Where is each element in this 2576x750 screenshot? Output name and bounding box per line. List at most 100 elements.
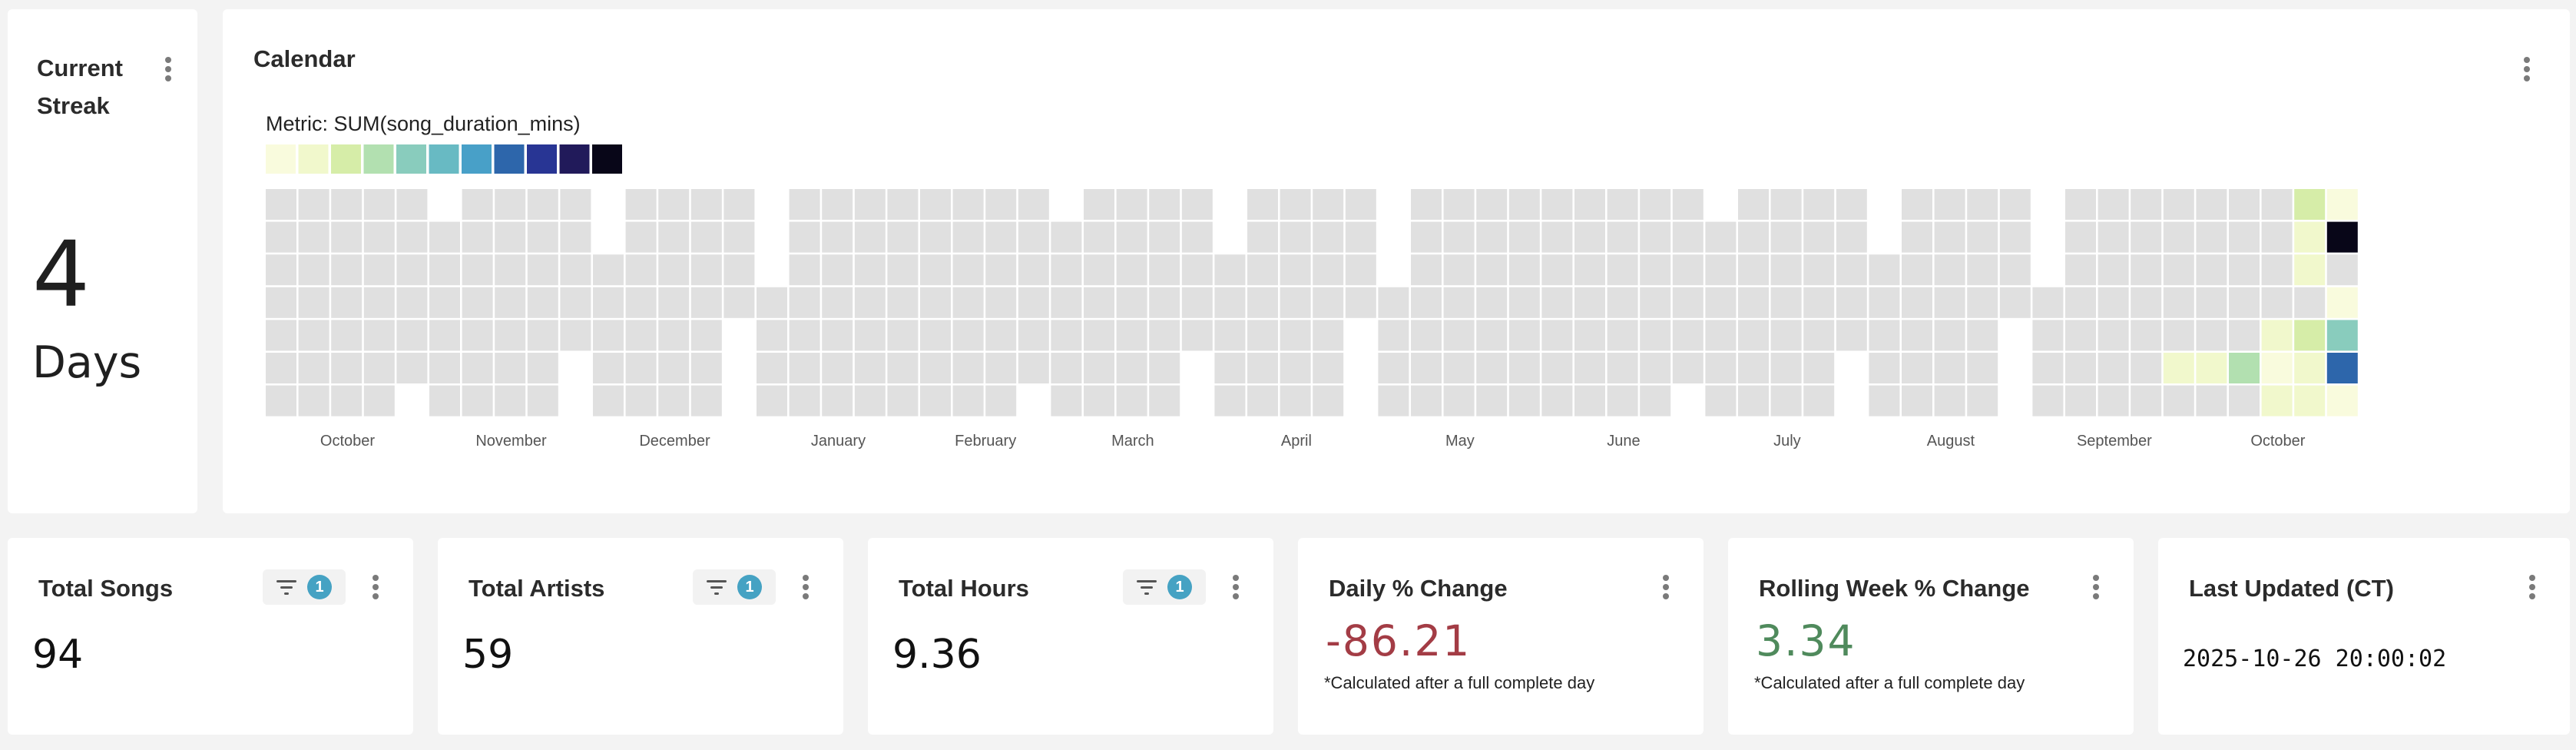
calendar-day-cell[interactable]: [952, 385, 984, 416]
calendar-day-cell[interactable]: [1116, 221, 1147, 253]
calendar-day-cell[interactable]: [920, 189, 951, 220]
calendar-day-cell[interactable]: [625, 287, 657, 318]
calendar-day-cell[interactable]: [2163, 254, 2194, 286]
calendar-day-cell[interactable]: [2098, 254, 2129, 286]
calendar-day-cell[interactable]: [2196, 353, 2227, 383]
calendar-day-cell[interactable]: [593, 287, 624, 318]
calendar-day-cell[interactable]: [1640, 385, 1671, 416]
calendar-day-cell[interactable]: [625, 320, 657, 351]
calendar-day-cell[interactable]: [1738, 320, 1769, 351]
calendar-day-cell[interactable]: [2131, 287, 2162, 318]
calendar-day-cell[interactable]: [1934, 254, 1965, 286]
calendar-day-cell[interactable]: [1705, 385, 1737, 416]
calendar-day-cell[interactable]: [527, 254, 558, 286]
calendar-day-cell[interactable]: [1541, 353, 1573, 383]
calendar-day-cell[interactable]: [560, 221, 591, 253]
calendar-day-cell[interactable]: [298, 385, 329, 416]
calendar-day-cell[interactable]: [1738, 189, 1769, 220]
calendar-day-cell[interactable]: [887, 287, 919, 318]
calendar-day-cell[interactable]: [2032, 287, 2064, 318]
calendar-day-cell[interactable]: [1672, 221, 1704, 253]
total-songs-filter-button[interactable]: 1: [263, 569, 346, 605]
calendar-day-cell[interactable]: [2065, 385, 2096, 416]
calendar-day-cell[interactable]: [985, 287, 1017, 318]
calendar-day-cell[interactable]: [2261, 254, 2293, 286]
calendar-day-cell[interactable]: [789, 320, 820, 351]
calendar-day-cell[interactable]: [658, 320, 690, 351]
calendar-day-cell[interactable]: [1770, 385, 1802, 416]
calendar-day-cell[interactable]: [1934, 221, 1965, 253]
calendar-day-cell[interactable]: [1051, 254, 1082, 286]
calendar-day-cell[interactable]: [1508, 254, 1540, 286]
calendar-day-cell[interactable]: [985, 385, 1017, 416]
calendar-day-cell[interactable]: [2098, 320, 2129, 351]
calendar-day-cell[interactable]: [1181, 254, 1213, 286]
calendar-day-cell[interactable]: [854, 254, 886, 286]
calendar-day-cell[interactable]: [690, 385, 722, 416]
calendar-day-cell[interactable]: [1476, 385, 1508, 416]
calendar-day-cell[interactable]: [2163, 287, 2194, 318]
calendar-day-cell[interactable]: [1999, 254, 2031, 286]
calendar-day-cell[interactable]: [2131, 221, 2162, 253]
calendar-day-cell[interactable]: [1640, 254, 1671, 286]
calendar-day-cell[interactable]: [625, 189, 657, 220]
calendar-day-cell[interactable]: [1607, 287, 1638, 318]
calendar-day-cell[interactable]: [2261, 221, 2293, 253]
calendar-day-cell[interactable]: [1902, 189, 1932, 220]
calendar-day-cell[interactable]: [527, 385, 558, 416]
calendar-day-cell[interactable]: [1247, 254, 1278, 286]
calendar-day-cell[interactable]: [1476, 287, 1508, 318]
calendar-day-cell[interactable]: [789, 353, 820, 383]
calendar-day-cell[interactable]: [1084, 287, 1114, 318]
calendar-day-cell[interactable]: [1640, 221, 1671, 253]
calendar-day-cell[interactable]: [1149, 287, 1180, 318]
calendar-day-cell[interactable]: [2032, 320, 2064, 351]
calendar-day-cell[interactable]: [2294, 221, 2326, 253]
calendar-day-cell[interactable]: [1181, 221, 1213, 253]
rolling-week-menu-icon[interactable]: [2089, 572, 2103, 602]
calendar-day-cell[interactable]: [1803, 385, 1835, 416]
calendar-day-cell[interactable]: [723, 221, 755, 253]
calendar-day-cell[interactable]: [1411, 287, 1442, 318]
total-hours-filter-button[interactable]: 1: [1123, 569, 1206, 605]
calendar-day-cell[interactable]: [1443, 254, 1475, 286]
calendar-day-cell[interactable]: [887, 221, 919, 253]
calendar-day-cell[interactable]: [1574, 221, 1605, 253]
calendar-day-cell[interactable]: [1934, 353, 1965, 383]
calendar-day-cell[interactable]: [920, 353, 951, 383]
calendar-day-cell[interactable]: [1280, 221, 1311, 253]
calendar-day-cell[interactable]: [1967, 254, 1998, 286]
calendar-day-cell[interactable]: [1313, 353, 1344, 383]
calendar-day-cell[interactable]: [1443, 320, 1475, 351]
calendar-day-cell[interactable]: [1084, 353, 1114, 383]
calendar-day-cell[interactable]: [757, 353, 787, 383]
calendar-day-cell[interactable]: [1869, 320, 1900, 351]
calendar-day-cell[interactable]: [2261, 287, 2293, 318]
calendar-day-cell[interactable]: [1443, 221, 1475, 253]
calendar-day-cell[interactable]: [396, 189, 428, 220]
calendar-day-cell[interactable]: [1313, 221, 1344, 253]
calendar-day-cell[interactable]: [1247, 353, 1278, 383]
calendar-day-cell[interactable]: [985, 320, 1017, 351]
calendar-day-cell[interactable]: [2065, 320, 2096, 351]
calendar-day-cell[interactable]: [920, 254, 951, 286]
calendar-day-cell[interactable]: [985, 189, 1017, 220]
calendar-day-cell[interactable]: [1770, 353, 1802, 383]
calendar-day-cell[interactable]: [462, 254, 493, 286]
calendar-day-cell[interactable]: [1247, 287, 1278, 318]
calendar-day-cell[interactable]: [1313, 254, 1344, 286]
calendar-day-cell[interactable]: [266, 385, 296, 416]
calendar-day-cell[interactable]: [757, 385, 787, 416]
calendar-day-cell[interactable]: [2131, 353, 2162, 383]
calendar-day-cell[interactable]: [690, 189, 722, 220]
calendar-day-cell[interactable]: [1018, 221, 1049, 253]
calendar-day-cell[interactable]: [1902, 287, 1932, 318]
calendar-day-cell[interactable]: [527, 287, 558, 318]
calendar-day-cell[interactable]: [2326, 353, 2358, 383]
calendar-day-cell[interactable]: [2229, 189, 2260, 220]
calendar-day-cell[interactable]: [1574, 353, 1605, 383]
calendar-day-cell[interactable]: [1967, 221, 1998, 253]
calendar-day-cell[interactable]: [331, 221, 363, 253]
calendar-day-cell[interactable]: [396, 353, 428, 383]
calendar-day-cell[interactable]: [690, 287, 722, 318]
